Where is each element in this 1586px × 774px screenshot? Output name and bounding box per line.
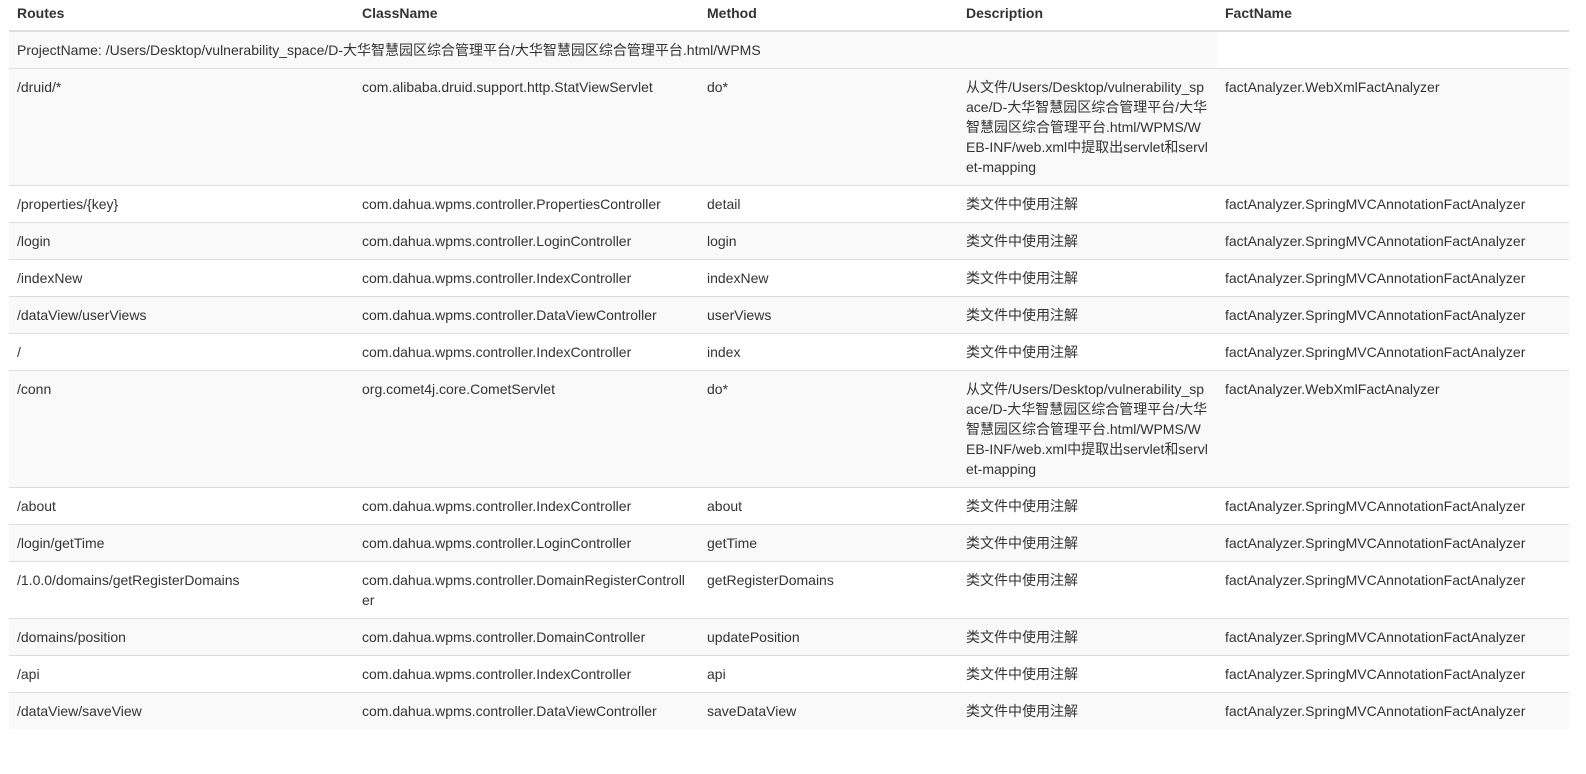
cell-factname: factAnalyzer.SpringMVCAnnotationFactAnal… [1217,655,1569,693]
cell-route: /druid/* [9,68,354,186]
table-header: Routes ClassName Method Description Fact… [9,0,1569,32]
cell-factname: factAnalyzer.SpringMVCAnnotationFactAnal… [1217,524,1569,562]
cell-classname: com.dahua.wpms.controller.DataViewContro… [354,296,699,334]
cell-route: /conn [9,370,354,488]
cell-factname: factAnalyzer.SpringMVCAnnotationFactAnal… [1217,333,1569,371]
cell-factname: factAnalyzer.SpringMVCAnnotationFactAnal… [1217,185,1569,223]
cell-route: /about [9,487,354,525]
cell-method: login [699,222,958,260]
cell-classname: com.alibaba.druid.support.http.StatViewS… [354,68,699,186]
cell-description: 从文件/Users/Desktop/vulnerability_space/D-… [958,68,1217,186]
table-row: /druid/* com.alibaba.druid.support.http.S… [9,68,1569,186]
cell-classname: com.dahua.wpms.controller.IndexControlle… [354,259,699,297]
cell-method: do* [699,68,958,186]
cell-route: / [9,333,354,371]
table-row: /domains/position com.dahua.wpms.controll… [9,618,1569,656]
cell-classname: com.dahua.wpms.controller.PropertiesCont… [354,185,699,223]
table-row: /login com.dahua.wpms.controller.LoginCon… [9,222,1569,260]
table-body: ProjectName: /Users/Desktop/vulnerabilit… [9,30,1569,729]
cell-factname: factAnalyzer.WebXmlFactAnalyzer [1217,370,1569,488]
cell-route: /domains/position [9,618,354,656]
table-row: /api com.dahua.wpms.controller.IndexContr… [9,655,1569,693]
cell-route: /1.0.0/domains/getRegisterDomains [9,561,354,619]
table-row: /1.0.0/domains/getRegisterDomains com.dah… [9,561,1569,619]
cell-route: /indexNew [9,259,354,297]
header-row: Routes ClassName Method Description Fact… [9,0,1569,32]
cell-description: 类文件中使用注解 [958,259,1217,297]
cell-route: /login [9,222,354,260]
cell-factname: factAnalyzer.WebXmlFactAnalyzer [1217,68,1569,186]
project-row-blank [1217,30,1569,69]
cell-description: 类文件中使用注解 [958,222,1217,260]
table-row: / com.dahua.wpms.controller.IndexControll… [9,333,1569,371]
cell-classname: com.dahua.wpms.controller.DataViewContro… [354,692,699,729]
cell-description: 类文件中使用注解 [958,561,1217,619]
header-classname: ClassName [354,0,699,32]
table-row: /login/getTime com.dahua.wpms.controller.… [9,524,1569,562]
cell-method: about [699,487,958,525]
cell-method: updatePosition [699,618,958,656]
cell-method: detail [699,185,958,223]
cell-description: 类文件中使用注解 [958,618,1217,656]
cell-route: /api [9,655,354,693]
cell-description: 类文件中使用注解 [958,333,1217,371]
cell-classname: com.dahua.wpms.controller.IndexControlle… [354,333,699,371]
table-row: /indexNew com.dahua.wpms.controller.Index… [9,259,1569,297]
cell-classname: com.dahua.wpms.controller.LoginControlle… [354,222,699,260]
cell-method: getTime [699,524,958,562]
cell-description: 类文件中使用注解 [958,655,1217,693]
cell-method: saveDataView [699,692,958,729]
cell-classname: com.dahua.wpms.controller.DomainControll… [354,618,699,656]
cell-description: 类文件中使用注解 [958,692,1217,729]
cell-classname: com.dahua.wpms.controller.LoginControlle… [354,524,699,562]
cell-classname: com.dahua.wpms.controller.DomainRegister… [354,561,699,619]
table-row: /conn org.comet4j.core.CometServlet do* 从文件… [9,370,1569,488]
cell-route: /dataView/userViews [9,296,354,334]
cell-description: 类文件中使用注解 [958,524,1217,562]
cell-classname: com.dahua.wpms.controller.IndexControlle… [354,655,699,693]
routes-table: Routes ClassName Method Description Fact… [9,0,1569,729]
cell-factname: factAnalyzer.SpringMVCAnnotationFactAnal… [1217,487,1569,525]
project-name: ProjectName: /Users/Desktop/vulnerabilit… [9,30,1217,69]
header-routes: Routes [9,0,354,32]
cell-factname: factAnalyzer.SpringMVCAnnotationFactAnal… [1217,561,1569,619]
cell-factname: factAnalyzer.SpringMVCAnnotationFactAnal… [1217,259,1569,297]
cell-method: api [699,655,958,693]
project-row: ProjectName: /Users/Desktop/vulnerabilit… [9,30,1569,69]
cell-route: /properties/{key} [9,185,354,223]
table-row: /dataView/saveView com.dahua.wpms.control… [9,692,1569,729]
cell-classname: com.dahua.wpms.controller.IndexControlle… [354,487,699,525]
cell-route: /dataView/saveView [9,692,354,729]
cell-factname: factAnalyzer.SpringMVCAnnotationFactAnal… [1217,618,1569,656]
cell-description: 类文件中使用注解 [958,487,1217,525]
header-method: Method [699,0,958,32]
cell-factname: factAnalyzer.SpringMVCAnnotationFactAnal… [1217,222,1569,260]
cell-method: indexNew [699,259,958,297]
cell-description: 从文件/Users/Desktop/vulnerability_space/D-… [958,370,1217,488]
cell-route: /login/getTime [9,524,354,562]
table-row: /about com.dahua.wpms.controller.IndexCon… [9,487,1569,525]
cell-description: 类文件中使用注解 [958,296,1217,334]
cell-method: index [699,333,958,371]
header-description: Description [958,0,1217,32]
cell-method: do* [699,370,958,488]
cell-factname: factAnalyzer.SpringMVCAnnotationFactAnal… [1217,296,1569,334]
cell-classname: org.comet4j.core.CometServlet [354,370,699,488]
cell-method: userViews [699,296,958,334]
cell-method: getRegisterDomains [699,561,958,619]
table-row: /properties/{key} com.dahua.wpms.controll… [9,185,1569,223]
cell-description: 类文件中使用注解 [958,185,1217,223]
cell-factname: factAnalyzer.SpringMVCAnnotationFactAnal… [1217,692,1569,729]
header-factname: FactName [1217,0,1569,32]
table-row: /dataView/userViews com.dahua.wpms.contro… [9,296,1569,334]
